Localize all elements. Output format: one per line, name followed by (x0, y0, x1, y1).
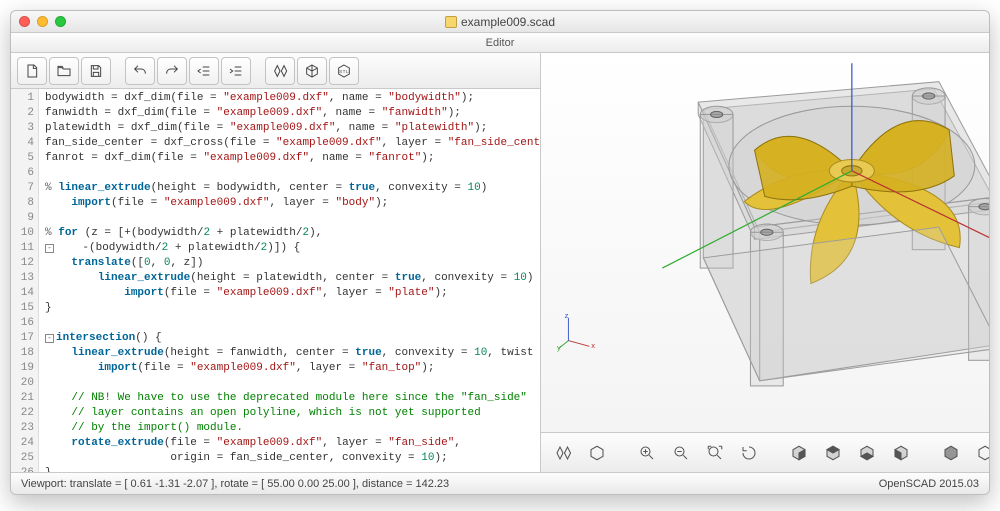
view-left-button[interactable] (887, 439, 915, 467)
new-button[interactable] (17, 57, 47, 85)
preview-button[interactable] (265, 57, 295, 85)
window-title: example009.scad (461, 15, 555, 29)
editor-toolbar: STL (11, 53, 540, 89)
view-front-button[interactable] (937, 439, 965, 467)
svg-text:STL: STL (339, 69, 349, 74)
unindent-button[interactable] (189, 57, 219, 85)
indent-button[interactable] (221, 57, 251, 85)
window-minimize-button[interactable] (37, 16, 48, 27)
viewport-status: Viewport: translate = [ 0.61 -1.31 -2.07… (21, 478, 449, 490)
axes-indicator: x y z (557, 314, 595, 352)
3d-viewport[interactable]: x y z (541, 53, 990, 432)
window-close-button[interactable] (19, 16, 30, 27)
zoom-in-button[interactable] (633, 439, 661, 467)
titlebar: example009.scad (11, 11, 989, 33)
view-back-button[interactable] (971, 439, 990, 467)
view-right-button[interactable] (785, 439, 813, 467)
app-version: OpenSCAD 2015.03 (879, 478, 979, 490)
line-gutter: 1234567891011121314151617181920212223242… (11, 89, 39, 472)
render-button[interactable] (297, 57, 327, 85)
redo-button[interactable] (157, 57, 187, 85)
document-icon (445, 16, 457, 28)
save-button[interactable] (81, 57, 111, 85)
code-editor[interactable]: bodywidth = dxf_dim(file = "example009.d… (39, 89, 540, 472)
svg-text:z: z (565, 314, 569, 320)
window-zoom-button[interactable] (55, 16, 66, 27)
preview-mode-button[interactable] (549, 439, 577, 467)
svg-text:y: y (557, 343, 561, 352)
svg-text:x: x (591, 341, 595, 350)
zoom-out-button[interactable] (667, 439, 695, 467)
editor-panel-title: Editor (486, 37, 515, 49)
open-button[interactable] (49, 57, 79, 85)
export-stl-button[interactable]: STL (329, 57, 359, 85)
viewer-toolbar (541, 432, 990, 472)
view-bottom-button[interactable] (853, 439, 881, 467)
editor-panel-header: Editor (11, 33, 989, 53)
view-top-button[interactable] (819, 439, 847, 467)
reset-view-button[interactable] (735, 439, 763, 467)
statusbar: Viewport: translate = [ 0.61 -1.31 -2.07… (11, 472, 989, 494)
zoom-all-button[interactable] (701, 439, 729, 467)
fan-model-render (541, 53, 990, 432)
undo-button[interactable] (125, 57, 155, 85)
surfaces-button[interactable] (583, 439, 611, 467)
